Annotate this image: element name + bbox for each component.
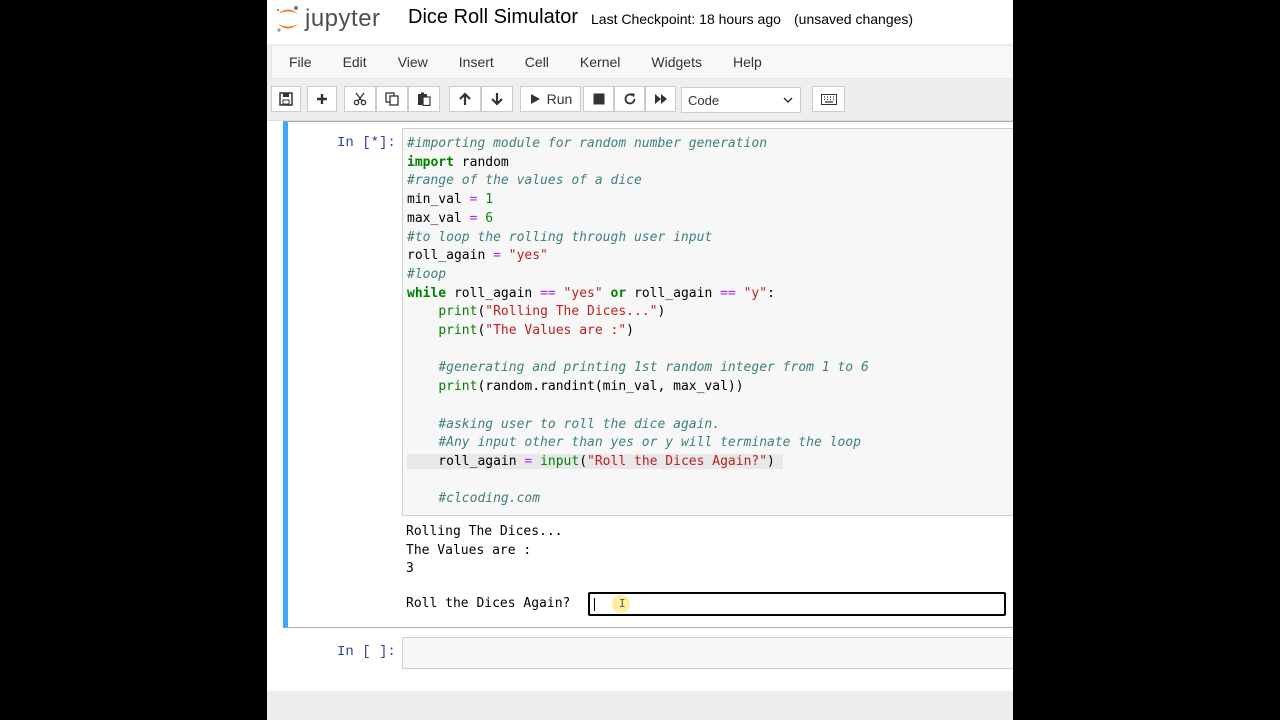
jupyter-logo[interactable]: jupyter [275,2,381,36]
stop-icon [593,93,604,105]
menu-file[interactable]: File [289,54,312,70]
jupyter-logo-icon [277,6,298,32]
cut-icon [353,92,367,106]
cell-type-value: Code [688,92,720,108]
code-line: #to loop the rolling through user input [407,229,713,245]
notebook-area: In [*]: #importing module for random num… [267,120,1013,691]
unsaved-status: (unsaved changes) [794,11,914,27]
save-button[interactable] [271,86,301,112]
code-line: #importing module for random number gene… [407,136,768,151]
arrow-up-icon [459,92,471,105]
text-caret [594,598,595,611]
code-line: #range of the values of a dice [407,173,642,189]
jupyter-window: jupyter Dice Roll Simulator Last Checkpo… [267,0,1013,720]
code-cell-empty[interactable]: In [ ]: [288,634,1013,674]
checkpoint-status: Last Checkpoint: 18 hours ago [591,11,781,27]
stdin-prompt: Roll the Dices Again? [406,596,571,611]
header: jupyter Dice Roll Simulator Last Checkpo… [267,0,1013,44]
chevron-down-icon [783,97,793,104]
menu-insert[interactable]: Insert [459,54,494,70]
run-label: Run [546,91,573,107]
command-palette-button[interactable] [812,86,845,112]
logo-text: jupyter [305,5,381,32]
ibeam-cursor-icon: I [619,597,626,610]
copy-icon [385,92,399,106]
move-up-button[interactable] [449,86,481,112]
cell-prompt: In [*]: [337,135,396,151]
toolbar: Run Code [267,82,1013,118]
menu-widgets[interactable]: Widgets [651,54,702,70]
paste-icon [418,92,431,106]
restart-icon [624,93,635,105]
cell-output: Rolling The Dices... The Values are : 3 [406,523,563,579]
save-icon [279,92,293,106]
menu-view[interactable]: View [398,54,428,70]
code-text: #importing module for random number gene… [407,136,869,507]
run-all-button[interactable] [645,86,676,112]
copy-button[interactable] [376,86,408,112]
output-line: The Values are : [406,542,532,558]
output-line: 3 [406,561,414,577]
paste-button[interactable] [408,86,440,112]
code-line: #loop [407,266,447,282]
menu-cell[interactable]: Cell [525,54,549,70]
play-icon [530,94,540,104]
arrow-down-icon [491,93,503,106]
code-editor[interactable] [402,637,1013,669]
code-editor[interactable]: #importing module for random number gene… [402,128,1013,516]
code-cell-selected[interactable]: In [*]: #importing module for random num… [283,121,1013,628]
plus-icon [317,94,327,104]
fast-forward-icon [654,94,667,104]
cell-type-select[interactable]: Code [681,87,801,113]
cell-prompt: In [ ]: [337,644,396,660]
stdin-input[interactable]: I [588,592,1006,616]
interrupt-button[interactable] [583,86,614,112]
keyboard-icon [820,93,837,105]
menubar: File Edit View Insert Cell Kernel Widget… [271,45,1013,79]
restart-button[interactable] [614,86,645,112]
run-button[interactable]: Run [520,86,581,112]
cut-button[interactable] [344,86,376,112]
menu-kernel[interactable]: Kernel [580,54,620,70]
menu-edit[interactable]: Edit [343,54,367,70]
menu-help[interactable]: Help [733,54,762,70]
move-down-button[interactable] [481,86,513,112]
notebook-title[interactable]: Dice Roll Simulator [408,6,578,29]
insert-cell-button[interactable] [307,86,337,112]
output-line: Rolling The Dices... [406,524,563,539]
